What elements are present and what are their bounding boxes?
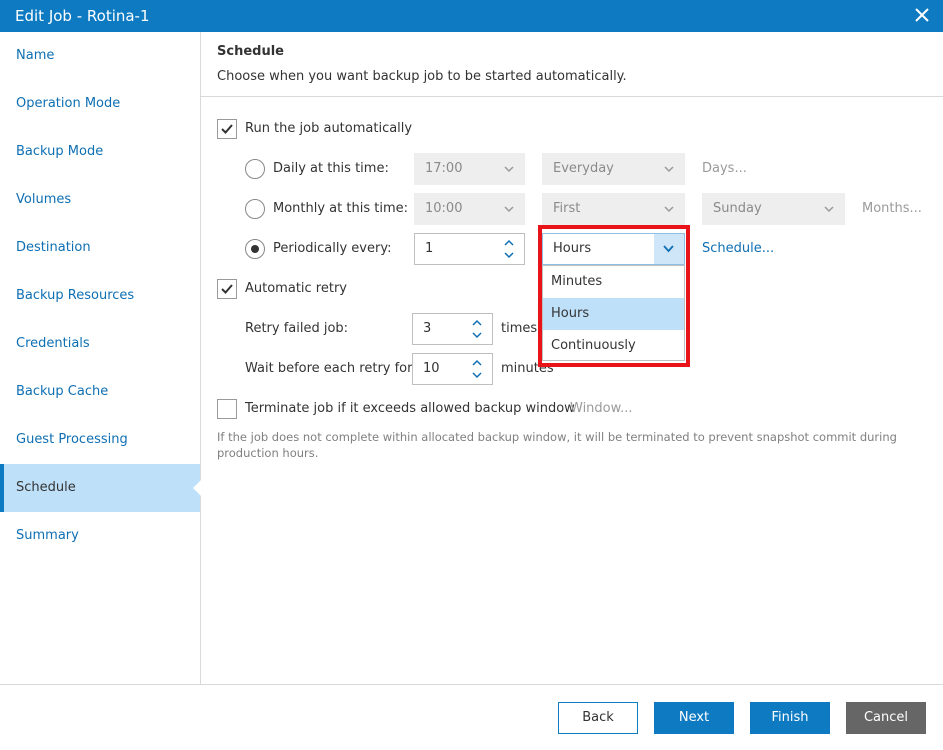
sidebar-item-volumes[interactable]: Volumes — [0, 176, 200, 224]
monthly-time-value: 10:00 — [425, 201, 463, 216]
wait-before-label: Wait before each retry for: — [245, 361, 417, 376]
wait-minutes-value: 10 — [423, 361, 440, 376]
page-header: Schedule Choose when you want backup job… — [201, 32, 943, 97]
sidebar-item-backup-resources[interactable]: Backup Resources — [0, 272, 200, 320]
sidebar-item-operation-mode[interactable]: Operation Mode — [0, 80, 200, 128]
periodically-value-stepper[interactable]: 1 — [414, 233, 525, 265]
dropdown-option-continuously[interactable]: Continuously — [543, 330, 684, 362]
page-description: Choose when you want backup job to be st… — [217, 69, 627, 84]
monthly-time-select[interactable]: 10:00 — [414, 193, 525, 225]
daily-radio[interactable] — [245, 159, 265, 179]
chevron-down-icon — [504, 206, 514, 213]
daily-time-value: 17:00 — [425, 161, 463, 176]
periodically-radio[interactable] — [245, 239, 265, 259]
period-unit-value: Hours — [553, 241, 592, 256]
window-link: Window... — [570, 401, 633, 416]
checkmark-icon — [221, 124, 233, 134]
wait-minutes-stepper[interactable]: 10 — [412, 353, 493, 385]
months-link: Months... — [862, 201, 922, 216]
window-title: Edit Job - Rotina-1 — [15, 7, 150, 25]
period-unit-select[interactable]: Hours — [542, 233, 685, 265]
chevron-down-icon — [504, 166, 514, 173]
chevron-down-icon — [664, 166, 674, 173]
sidebar-item-credentials[interactable]: Credentials — [0, 320, 200, 368]
chevron-down-icon — [824, 206, 834, 213]
next-button[interactable]: Next — [654, 702, 734, 734]
sidebar-item-backup-cache[interactable]: Backup Cache — [0, 368, 200, 416]
stepper-arrows-icon[interactable] — [502, 237, 516, 261]
automatic-retry-label: Automatic retry — [245, 281, 347, 296]
wait-unit-label: minutes — [501, 361, 554, 376]
sidebar-item-summary[interactable]: Summary — [0, 512, 200, 560]
sidebar-item-guest-processing[interactable]: Guest Processing — [0, 416, 200, 464]
daily-label: Daily at this time: — [273, 161, 389, 176]
period-unit-dropdown-list: Minutes Hours Continuously — [542, 265, 685, 361]
period-unit-chevron[interactable] — [654, 234, 684, 264]
schedule-link[interactable]: Schedule... — [702, 241, 774, 256]
run-automatically-checkbox[interactable] — [217, 119, 237, 139]
periodically-value: 1 — [425, 241, 434, 256]
dropdown-option-minutes[interactable]: Minutes — [543, 266, 684, 298]
retry-failed-label: Retry failed job: — [245, 321, 349, 336]
retry-count-stepper[interactable]: 3 — [412, 313, 493, 345]
sidebar-item-name[interactable]: Name — [0, 32, 200, 80]
monthly-week-select[interactable]: First — [542, 193, 685, 225]
monthly-label: Monthly at this time: — [273, 201, 408, 216]
terminate-checkbox[interactable] — [217, 399, 237, 419]
terminate-label: Terminate job if it exceeds allowed back… — [245, 401, 575, 416]
monthly-day-select[interactable]: Sunday — [702, 193, 845, 225]
daily-time-select[interactable]: 17:00 — [414, 153, 525, 185]
checkmark-icon — [221, 284, 233, 294]
wizard-steps-sidebar: Name Operation Mode Backup Mode Volumes … — [0, 32, 201, 684]
wizard-footer: Back Next Finish Cancel — [0, 684, 943, 750]
backup-window-note: If the job does not complete within allo… — [217, 430, 897, 460]
automatic-retry-checkbox[interactable] — [217, 279, 237, 299]
sidebar-item-schedule[interactable]: Schedule — [0, 464, 201, 512]
monthly-radio[interactable] — [245, 199, 265, 219]
sidebar-item-backup-mode[interactable]: Backup Mode — [0, 128, 200, 176]
run-automatically-label: Run the job automatically — [245, 121, 413, 136]
periodically-label: Periodically every: — [273, 241, 392, 256]
page-title: Schedule — [217, 44, 284, 59]
daily-days-select[interactable]: Everyday — [542, 153, 685, 185]
chevron-down-icon — [663, 245, 674, 253]
monthly-day-value: Sunday — [713, 201, 762, 216]
chevron-down-icon — [664, 206, 674, 213]
finish-button[interactable]: Finish — [750, 702, 830, 734]
close-icon[interactable] — [913, 6, 931, 24]
daily-days-value: Everyday — [553, 161, 614, 176]
stepper-arrows-icon[interactable] — [470, 317, 484, 341]
days-link: Days... — [702, 161, 747, 176]
back-button[interactable]: Back — [558, 702, 638, 734]
retry-count-value: 3 — [423, 321, 432, 336]
title-bar: Edit Job - Rotina-1 — [0, 0, 943, 32]
monthly-week-value: First — [553, 201, 581, 216]
dropdown-option-hours[interactable]: Hours — [543, 298, 684, 330]
stepper-arrows-icon[interactable] — [470, 357, 484, 381]
cancel-button[interactable]: Cancel — [846, 702, 926, 734]
retry-unit-label: times — [501, 321, 538, 336]
sidebar-item-destination[interactable]: Destination — [0, 224, 200, 272]
